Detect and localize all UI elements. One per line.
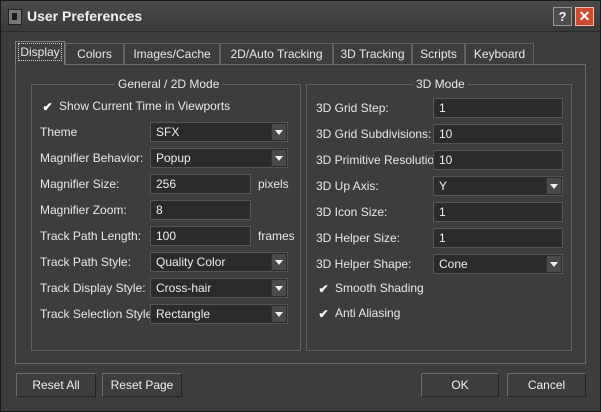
general-2d-group-title: General / 2D Mode [115, 77, 223, 91]
grid-subdivisions-label: 3D Grid Subdivisions: [316, 127, 432, 141]
tab-scripts[interactable]: Scripts [412, 43, 465, 64]
3d-mode-group: 3D Mode 3D Grid Step: 1 3D Grid Subdivis… [306, 77, 572, 351]
show-time-checkbox[interactable]: ✔ [41, 100, 54, 113]
primitive-resolution-label: 3D Primitive Resolution: [316, 153, 445, 167]
tab-2d-auto-tracking[interactable]: 2D/Auto Tracking [220, 43, 333, 64]
anti-aliasing-checkbox[interactable]: ✔ [317, 307, 330, 320]
track-path-length-unit: frames [258, 229, 295, 243]
tab-images-cache[interactable]: Images/Cache [124, 43, 220, 64]
help-button[interactable]: ? [553, 7, 572, 26]
helper-size-input[interactable]: 1 [433, 228, 563, 248]
show-time-label: Show Current Time in Viewports [59, 99, 231, 113]
track-path-length-input[interactable]: 100 [150, 226, 251, 246]
magnifier-size-label: Magnifier Size: [40, 177, 120, 191]
reset-page-button[interactable]: Reset Page [102, 373, 182, 397]
window-title: User Preferences [27, 8, 143, 24]
track-selection-style-label: Track Selection Style: [40, 307, 156, 321]
magnifier-zoom-input[interactable]: 8 [150, 200, 251, 220]
magnifier-behavior-label: Magnifier Behavior: [40, 151, 144, 165]
magnifier-zoom-label: Magnifier Zoom: [40, 203, 127, 217]
reset-all-button[interactable]: Reset All [16, 373, 96, 397]
grid-step-label: 3D Grid Step: [316, 101, 389, 115]
smooth-shading-checkbox[interactable]: ✔ [317, 282, 330, 295]
icon-size-input[interactable]: 1 [433, 202, 563, 222]
track-display-style-label: Track Display Style: [40, 281, 146, 295]
chevron-down-icon[interactable] [271, 150, 286, 166]
chevron-down-icon[interactable] [546, 178, 561, 194]
helper-shape-label: 3D Helper Shape: [316, 257, 412, 271]
chevron-down-icon[interactable] [546, 256, 561, 272]
tab-display[interactable]: Display [15, 41, 65, 65]
smooth-shading-label: Smooth Shading [335, 281, 424, 295]
track-display-style-select[interactable]: Cross-hair [150, 278, 288, 298]
general-2d-group: General / 2D Mode ✔ Show Current Time in… [31, 77, 301, 351]
primitive-resolution-input[interactable]: 10 [433, 150, 563, 170]
title-bar[interactable]: User Preferences ? ✕ [1, 1, 600, 32]
magnifier-behavior-select[interactable]: Popup [150, 148, 288, 168]
app-icon [8, 9, 22, 25]
magnifier-size-input[interactable]: 256 [150, 174, 251, 194]
cancel-button[interactable]: Cancel [507, 373, 586, 397]
chevron-down-icon[interactable] [271, 124, 286, 140]
theme-label: Theme [40, 125, 78, 139]
up-axis-select[interactable]: Y [433, 176, 563, 196]
grid-step-input[interactable]: 1 [433, 98, 563, 118]
track-path-length-label: Track Path Length: [40, 229, 141, 243]
tab-keyboard[interactable]: Keyboard [465, 43, 534, 64]
up-axis-label: 3D Up Axis: [316, 179, 379, 193]
helper-shape-select[interactable]: Cone [433, 254, 563, 274]
track-path-style-select[interactable]: Quality Color [150, 252, 288, 272]
icon-size-label: 3D Icon Size: [316, 205, 388, 219]
theme-select[interactable]: SFX [150, 122, 288, 142]
magnifier-size-unit: pixels [258, 177, 289, 191]
preferences-window: User Preferences ? ✕ Display Colors Imag… [0, 0, 601, 412]
ok-button[interactable]: OK [421, 373, 499, 397]
track-selection-style-select[interactable]: Rectangle [150, 304, 288, 324]
chevron-down-icon[interactable] [271, 306, 286, 322]
anti-aliasing-label: Anti Aliasing [335, 306, 401, 320]
3d-mode-group-title: 3D Mode [413, 77, 468, 91]
chevron-down-icon[interactable] [271, 280, 286, 296]
tab-colors[interactable]: Colors [65, 43, 124, 64]
display-tab-panel: General / 2D Mode ✔ Show Current Time in… [15, 64, 586, 364]
grid-subdivisions-input[interactable]: 10 [433, 124, 563, 144]
close-button[interactable]: ✕ [575, 7, 594, 26]
track-path-style-label: Track Path Style: [40, 255, 131, 269]
chevron-down-icon[interactable] [271, 254, 286, 270]
helper-size-label: 3D Helper Size: [316, 231, 401, 245]
tab-3d-tracking[interactable]: 3D Tracking [333, 43, 412, 64]
